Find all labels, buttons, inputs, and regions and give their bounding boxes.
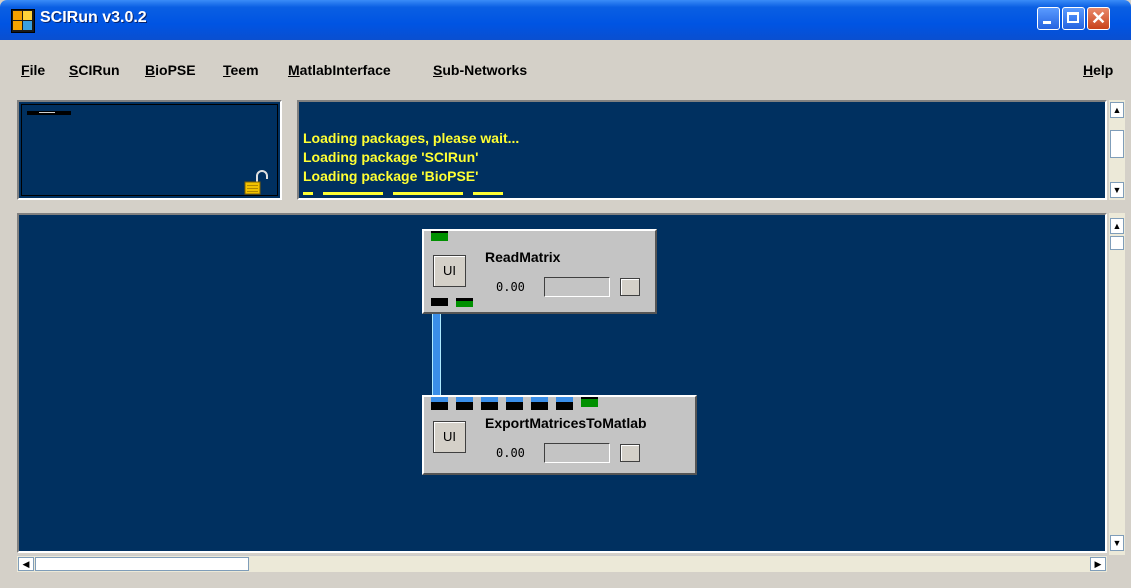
log-vertical-scrollbar[interactable]: ▲ ▼ (1109, 100, 1125, 200)
scroll-down-arrow-icon[interactable]: ▼ (1110, 182, 1124, 198)
scroll-down-arrow-icon[interactable]: ▼ (1110, 535, 1124, 551)
module-time: 0.00 (496, 446, 525, 460)
scroll-thumb[interactable] (1110, 236, 1124, 250)
module-exportmatricestomatlab[interactable]: UI ExportMatricesToMatlab 0.00 (422, 395, 697, 475)
module-name: ReadMatrix (485, 249, 561, 265)
log-panel: Loading packages, please wait... Loading… (297, 100, 1107, 200)
menu-biopse[interactable]: BioPSE (145, 62, 196, 78)
title-bar[interactable]: SCIRun v3.0.2 ✕ (0, 0, 1131, 40)
close-icon: ✕ (1090, 8, 1107, 28)
menu-scirun[interactable]: SCIRun (69, 62, 120, 78)
menu-teem[interactable]: Teem (223, 62, 259, 78)
canvas-horizontal-scrollbar[interactable]: ◀ ▶ (17, 555, 1107, 572)
module-readmatrix[interactable]: UI ReadMatrix 0.00 (422, 229, 657, 314)
input-port[interactable] (456, 397, 473, 410)
output-port[interactable] (456, 298, 473, 307)
module-name: ExportMatricesToMatlab (485, 415, 647, 431)
scroll-left-arrow-icon[interactable]: ◀ (18, 557, 34, 571)
network-canvas[interactable]: UI ReadMatrix 0.00 UI ExportMatricesToMa… (17, 213, 1107, 553)
maximize-button[interactable] (1062, 7, 1085, 30)
input-port[interactable] (506, 397, 523, 410)
maximize-icon (1067, 12, 1079, 23)
scroll-up-arrow-icon[interactable]: ▲ (1110, 102, 1124, 118)
module-message-indicator[interactable] (620, 278, 640, 296)
menu-matlabinterface[interactable]: MatlabInterface (288, 62, 391, 78)
network-overview-panel[interactable] (17, 100, 282, 200)
input-port[interactable] (581, 397, 598, 407)
input-port[interactable] (431, 397, 448, 410)
log-line: Loading package 'SCIRun' (303, 149, 479, 165)
input-port[interactable] (431, 231, 448, 241)
output-port[interactable] (431, 298, 448, 306)
module-time: 0.00 (496, 280, 525, 294)
input-port[interactable] (531, 397, 548, 410)
module-message-indicator[interactable] (620, 444, 640, 462)
log-line: Loading packages, please wait... (303, 130, 520, 146)
input-port[interactable] (481, 397, 498, 410)
scroll-up-arrow-icon[interactable]: ▲ (1110, 218, 1124, 234)
unlocked-padlock-icon[interactable] (244, 170, 268, 196)
menu-help[interactable]: Help (1083, 62, 1113, 78)
input-port[interactable] (556, 397, 573, 410)
scroll-right-arrow-icon[interactable]: ▶ (1090, 557, 1106, 571)
connection-pipe[interactable] (432, 307, 441, 397)
minimize-button[interactable] (1037, 7, 1060, 30)
module-ui-button[interactable]: UI (433, 255, 466, 287)
log-line-partial (303, 192, 523, 198)
module-progress-bar (544, 443, 610, 463)
log-line: Loading package 'BioPSE' (303, 168, 479, 184)
window-title: SCIRun v3.0.2 (40, 9, 147, 26)
module-progress-bar (544, 277, 610, 297)
menu-sub-networks[interactable]: Sub-Networks (433, 62, 527, 78)
canvas-vertical-scrollbar[interactable]: ▲ ▼ (1109, 213, 1125, 555)
menu-file[interactable]: File (21, 62, 45, 78)
scroll-thumb[interactable] (1110, 130, 1124, 158)
overview-frame (21, 104, 278, 196)
app-icon[interactable] (11, 9, 35, 33)
minimize-icon (1043, 21, 1051, 24)
close-button[interactable]: ✕ (1087, 7, 1110, 30)
menu-bar: File SCIRun BioPSE Teem MatlabInterface … (0, 40, 1131, 100)
module-ui-button[interactable]: UI (433, 421, 466, 453)
scroll-thumb[interactable] (35, 557, 249, 571)
viewport-indicator[interactable] (27, 111, 71, 115)
